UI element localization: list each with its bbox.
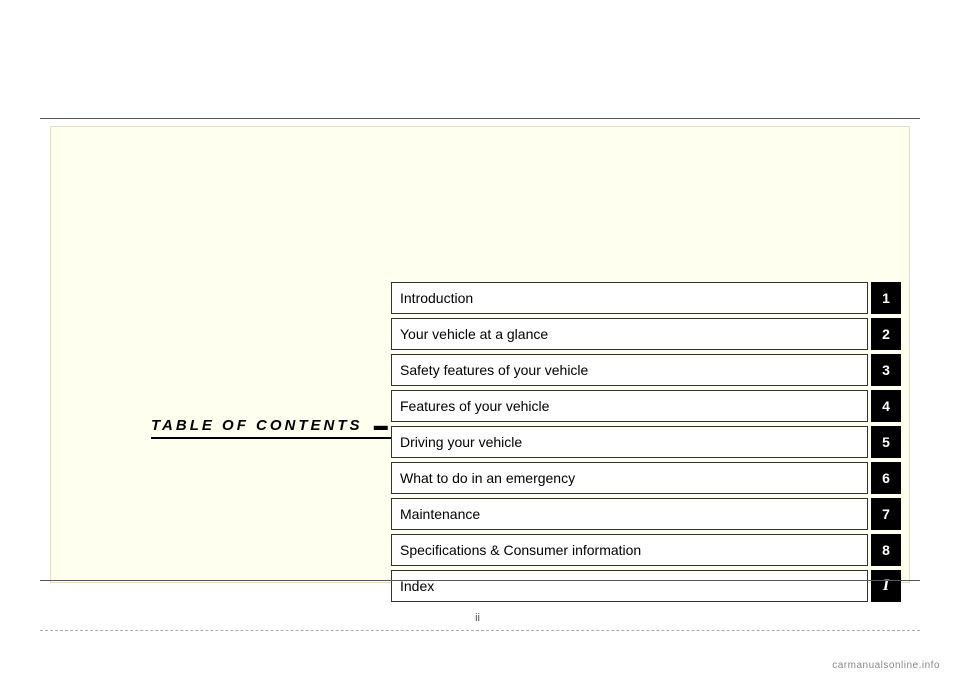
contents-item-number: 8 — [871, 534, 901, 566]
dashed-separator — [40, 630, 920, 631]
contents-item-label: Introduction — [391, 282, 868, 314]
page-container: TABLE OF CONTENTS ▬ Introduction1Your ve… — [0, 0, 960, 679]
watermark: carmanualsonline.info — [832, 660, 940, 671]
contents-item-label: Index — [391, 570, 868, 602]
contents-item-number: 7 — [871, 498, 901, 530]
contents-list: Introduction1Your vehicle at a glance2Sa… — [391, 282, 901, 606]
table-row: Your vehicle at a glance2 — [391, 318, 901, 350]
table-row: Safety features of your vehicle3 — [391, 354, 901, 386]
contents-item-label: What to do in an emergency — [391, 462, 868, 494]
contents-item-number: 1 — [871, 282, 901, 314]
contents-item-label: Specifications & Consumer information — [391, 534, 868, 566]
table-row: IndexI — [391, 570, 901, 602]
contents-item-number: 3 — [871, 354, 901, 386]
contents-item-label: Maintenance — [391, 498, 868, 530]
table-row: What to do in an emergency6 — [391, 462, 901, 494]
contents-item-label: Your vehicle at a glance — [391, 318, 868, 350]
table-row: Introduction1 — [391, 282, 901, 314]
toc-arrow-icon: ▬ — [374, 417, 391, 433]
contents-item-label: Driving your vehicle — [391, 426, 868, 458]
table-row: Specifications & Consumer information8 — [391, 534, 901, 566]
contents-item-number: 4 — [871, 390, 901, 422]
contents-item-number: I — [871, 570, 901, 602]
contents-item-number: 6 — [871, 462, 901, 494]
table-row: Features of your vehicle4 — [391, 390, 901, 422]
contents-item-label: Features of your vehicle — [391, 390, 868, 422]
table-row: Driving your vehicle5 — [391, 426, 901, 458]
contents-item-number: 5 — [871, 426, 901, 458]
page-number: ii — [475, 612, 480, 624]
contents-item-label: Safety features of your vehicle — [391, 354, 868, 386]
toc-title-text: TABLE OF CONTENTS — [151, 417, 363, 434]
contents-item-number: 2 — [871, 318, 901, 350]
toc-title: TABLE OF CONTENTS ▬ — [151, 417, 391, 439]
table-row: Maintenance7 — [391, 498, 901, 530]
bottom-rule — [40, 580, 920, 581]
top-rule — [40, 118, 920, 119]
content-area: TABLE OF CONTENTS ▬ Introduction1Your ve… — [50, 126, 910, 583]
